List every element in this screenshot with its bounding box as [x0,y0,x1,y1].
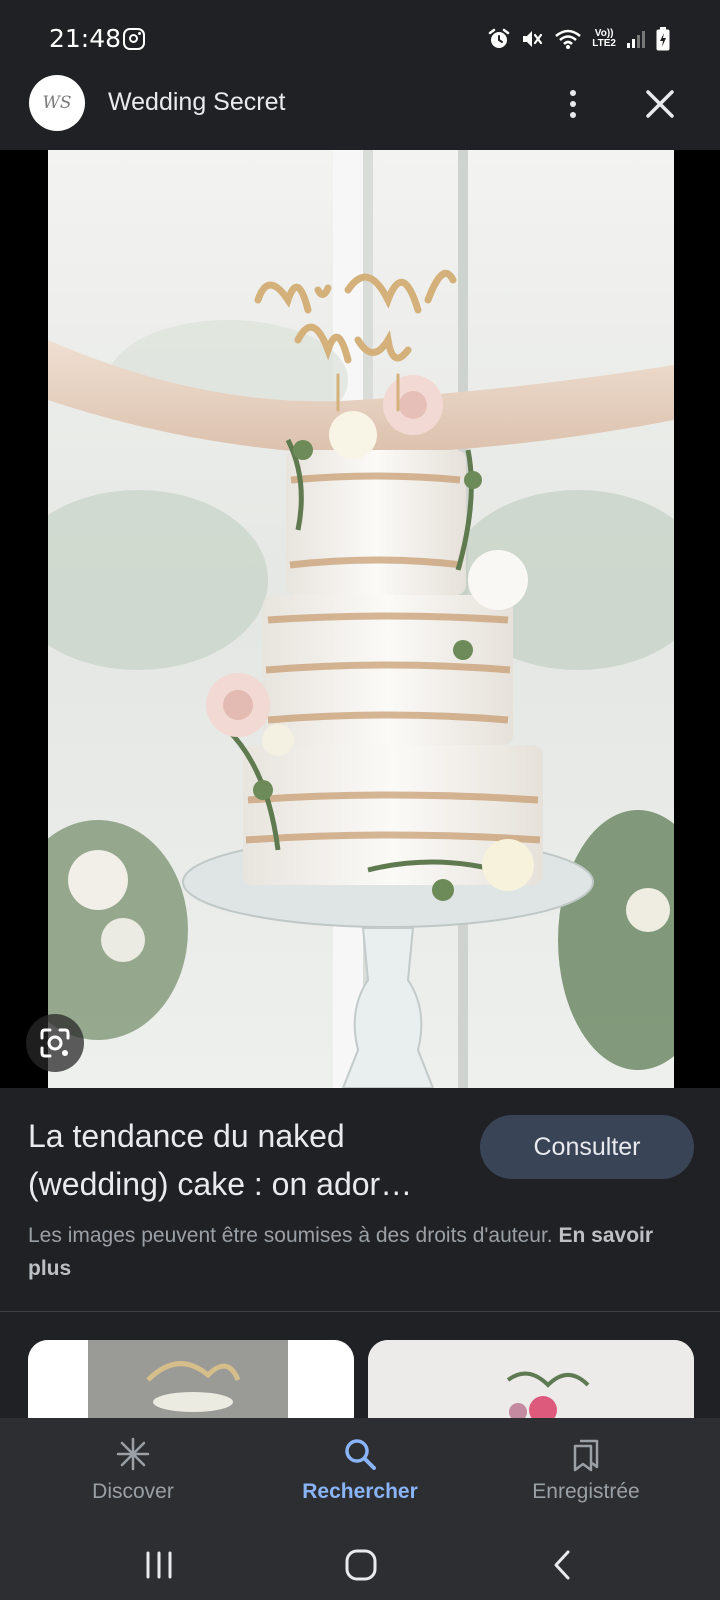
status-bar: 21:48 Vo)) LTE2 [0,0,720,68]
collections-icon [573,1439,599,1472]
more-dot [570,112,576,118]
wedding-cake-image[interactable] [48,150,674,1088]
nav-search[interactable]: Rechercher [250,1418,470,1530]
nav-label: Enregistrée [532,1480,640,1503]
more-dot [570,101,576,107]
volte-indicator: Vo)) LTE2 [592,29,616,49]
search-icon [345,1439,376,1470]
wifi-icon [555,29,582,49]
more-dot [570,90,576,96]
site-name[interactable]: Wedding Secret [108,88,285,117]
back-icon[interactable] [548,1547,578,1583]
result-title[interactable]: La tendance du naked (wedding) cake : on… [28,1112,468,1208]
image-viewer [0,150,720,1088]
bottom-navigation: Discover Rechercher Enregistrée [0,1418,720,1530]
more-options-button[interactable] [553,82,593,126]
copyright-text: Les images peuvent être soumises à des d… [28,1224,559,1247]
lte-label: LTE2 [592,38,616,49]
visit-button[interactable]: Consulter [480,1115,694,1179]
avatar-text: WS [42,93,72,113]
site-avatar[interactable]: WS [29,75,85,131]
close-icon[interactable] [638,82,682,126]
recent-apps-icon[interactable] [142,1548,176,1582]
lens-button[interactable] [26,1014,84,1072]
status-icons: Vo)) LTE2 [488,24,670,54]
copyright-notice: Les images peuvent être soumises à des d… [28,1219,658,1285]
status-time: 21:48 [49,24,122,53]
viewer-header: WS Wedding Secret [0,68,720,150]
alarm-icon [489,28,510,48]
related-image-thumbnail [368,1340,694,1418]
asterisk-icon [116,1437,150,1471]
related-image[interactable] [368,1340,694,1418]
battery-icon [656,27,670,51]
nav-label: Discover [92,1480,174,1503]
signal-icon [627,31,645,48]
google-lens-icon [40,1028,70,1058]
related-image-thumbnail [28,1340,354,1418]
nav-saved[interactable]: Enregistrée [476,1418,696,1530]
related-image[interactable] [28,1340,354,1418]
nav-label: Rechercher [302,1480,418,1503]
mute-icon [523,31,543,47]
system-navigation-bar [0,1530,720,1600]
home-icon[interactable] [343,1547,379,1583]
divider [0,1311,720,1312]
instagram-icon [123,28,145,50]
nav-discover[interactable]: Discover [23,1418,243,1530]
